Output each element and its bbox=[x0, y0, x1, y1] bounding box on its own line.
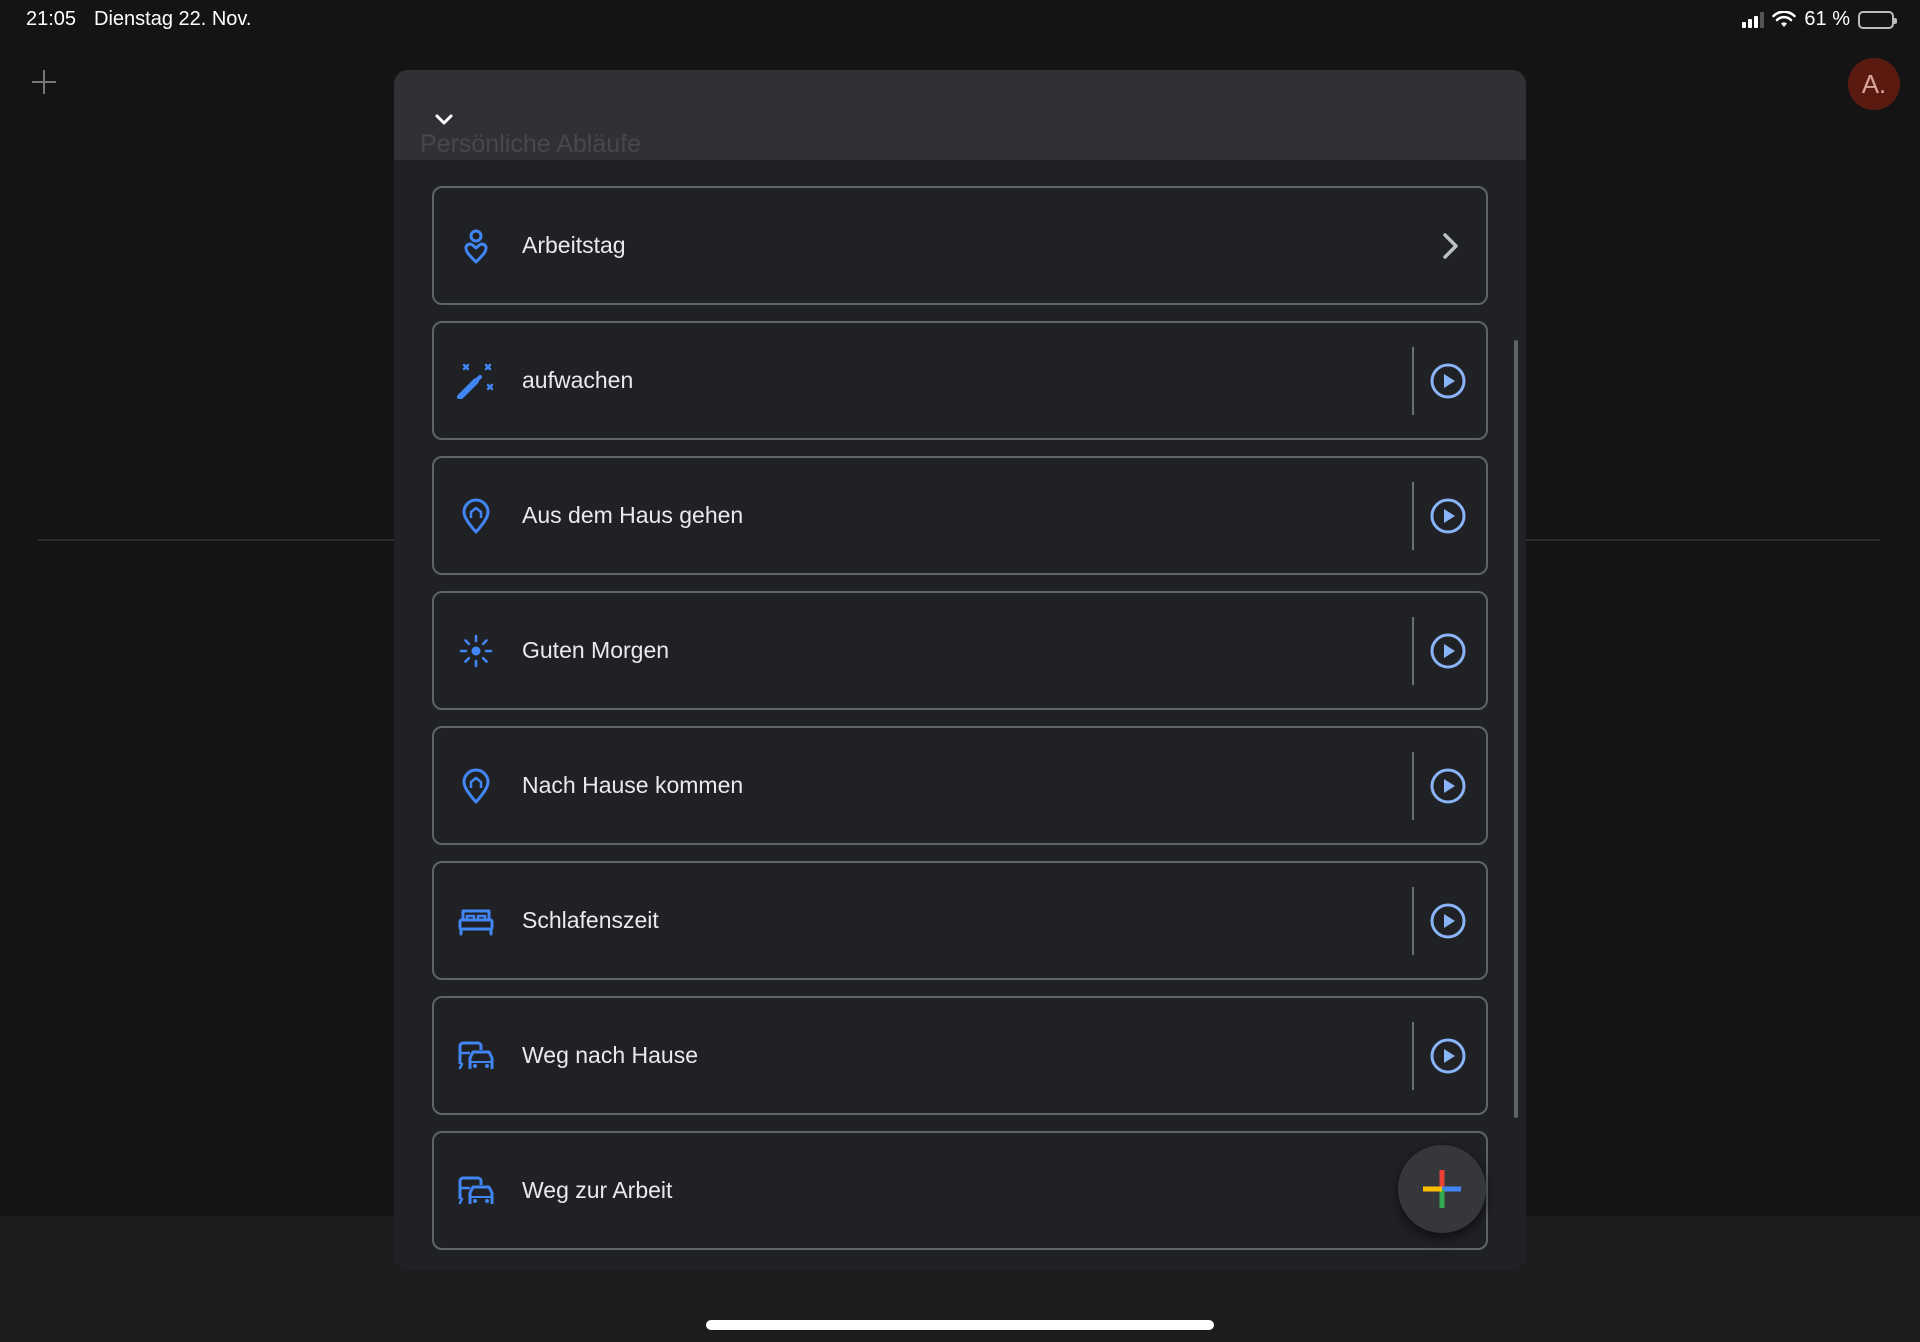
person-pin-icon bbox=[464, 229, 488, 264]
routine-item-arbeitstag[interactable]: Arbeitstag bbox=[432, 186, 1488, 305]
location-pin-icon bbox=[462, 768, 490, 804]
status-date: Dienstag 22. Nov. bbox=[94, 8, 252, 30]
commute-icon bbox=[458, 1041, 494, 1070]
play-circle-icon[interactable] bbox=[1428, 1036, 1468, 1076]
sheet-header: Persönliche Abläufe bbox=[394, 70, 1526, 160]
routine-item-aus-dem-haus-gehen[interactable]: Aus dem Haus gehen bbox=[432, 456, 1488, 575]
routine-label: Nach Hause kommen bbox=[522, 772, 744, 798]
routine-label: Weg nach Hause bbox=[522, 1042, 699, 1068]
location-pin-icon bbox=[462, 498, 490, 534]
play-circle-icon[interactable] bbox=[1428, 766, 1468, 806]
routine-label: Guten Morgen bbox=[522, 637, 670, 663]
chevron-right-icon[interactable] bbox=[1434, 228, 1468, 264]
divider bbox=[1412, 347, 1414, 415]
add-icon bbox=[1423, 1170, 1461, 1208]
routine-item-aufwachen[interactable]: aufwachen bbox=[432, 321, 1488, 440]
routine-item-nach-hause-kommen[interactable]: Nach Hause kommen bbox=[432, 726, 1488, 845]
screen: 21:05 Dienstag 22. Nov. 61 % A. Persönli… bbox=[0, 0, 1920, 1342]
divider bbox=[1412, 482, 1414, 550]
play-circle-icon[interactable] bbox=[1428, 496, 1468, 536]
scrollbar[interactable] bbox=[1514, 340, 1518, 1118]
play-circle-icon[interactable] bbox=[1428, 361, 1468, 401]
routine-item-weg-zur-arbeit[interactable]: Weg zur Arbeit bbox=[432, 1131, 1488, 1250]
commute-icon bbox=[458, 1176, 494, 1205]
routine-item-guten-morgen[interactable]: Guten Morgen bbox=[432, 591, 1488, 710]
avatar[interactable]: A. bbox=[1848, 58, 1900, 110]
bed-icon bbox=[458, 909, 494, 936]
sheet-title: Persönliche Abläufe bbox=[420, 130, 641, 158]
wifi-icon bbox=[1772, 10, 1797, 27]
status-indicators: 61 % bbox=[1742, 8, 1897, 31]
battery-icon bbox=[1858, 10, 1897, 29]
add-routine-button[interactable] bbox=[1398, 1145, 1486, 1233]
magic-wand-icon bbox=[457, 363, 494, 399]
routine-label: aufwachen bbox=[522, 367, 634, 393]
routine-label: Schlafenszeit bbox=[522, 907, 659, 933]
divider bbox=[1412, 887, 1414, 955]
divider bbox=[1412, 1022, 1414, 1090]
routine-list: Arbeitstag aufwachen Aus dem Haus gehen … bbox=[432, 186, 1488, 1266]
divider bbox=[1412, 752, 1414, 820]
sun-icon bbox=[459, 634, 493, 668]
divider bbox=[1412, 617, 1414, 685]
cellular-signal-icon bbox=[1742, 11, 1765, 28]
play-circle-icon[interactable] bbox=[1428, 901, 1468, 941]
routine-label: Weg zur Arbeit bbox=[522, 1177, 673, 1203]
battery-percent: 61 % bbox=[1804, 8, 1850, 30]
routine-item-weg-nach-hause[interactable]: Weg nach Hause bbox=[432, 996, 1488, 1115]
home-indicator bbox=[706, 1320, 1214, 1330]
chevron-down-icon bbox=[435, 114, 453, 125]
add-icon[interactable] bbox=[30, 68, 58, 96]
routine-label: Aus dem Haus gehen bbox=[522, 502, 744, 528]
status-bar: 21:05 Dienstag 22. Nov. 61 % bbox=[0, 0, 1920, 38]
routines-sheet: Persönliche Abläufe Arbeitstag aufwachen… bbox=[394, 70, 1526, 1270]
routine-item-schlafenszeit[interactable]: Schlafenszeit bbox=[432, 861, 1488, 980]
play-circle-icon[interactable] bbox=[1428, 631, 1468, 671]
status-time: 21:05 bbox=[26, 8, 77, 30]
routine-label: Arbeitstag bbox=[522, 232, 626, 258]
